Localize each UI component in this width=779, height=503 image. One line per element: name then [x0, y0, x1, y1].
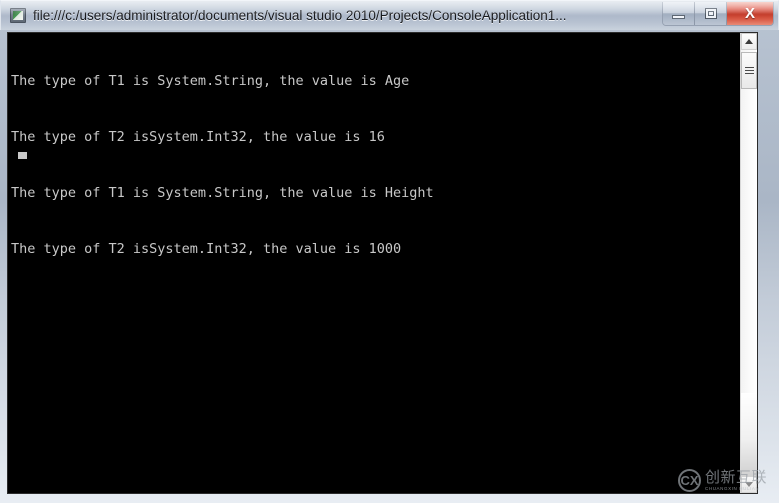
- console-scrollbar[interactable]: [740, 33, 757, 493]
- window-controls: X: [662, 2, 774, 26]
- scrollbar-grip-icon: [744, 67, 754, 74]
- scroll-down-button[interactable]: [741, 476, 757, 493]
- close-icon: X: [744, 5, 755, 22]
- scrollbar-track[interactable]: [741, 393, 757, 477]
- console-app-icon-screen: [13, 11, 23, 20]
- title-bar[interactable]: file:///c:/users/administrator/documents…: [0, 0, 779, 30]
- console-line: The type of T1 is System.String, the val…: [11, 73, 410, 90]
- minimize-icon: [672, 15, 685, 19]
- console-window: file:///c:/users/administrator/documents…: [0, 0, 779, 503]
- window-title: file:///c:/users/administrator/documents…: [33, 8, 567, 23]
- console-cursor: [18, 152, 27, 159]
- scroll-up-button[interactable]: [741, 33, 757, 50]
- chevron-down-icon: [745, 482, 753, 487]
- minimize-button[interactable]: [663, 2, 695, 25]
- console-client-area[interactable]: The type of T1 is System.String, the val…: [7, 32, 758, 494]
- console-line: The type of T2 isSystem.Int32, the value…: [11, 128, 385, 145]
- console-line: The type of T1 is System.String, the val…: [11, 184, 434, 201]
- console-line: The type of T2 isSystem.Int32, the value…: [11, 240, 402, 257]
- maximize-button[interactable]: [695, 2, 727, 25]
- close-button[interactable]: X: [727, 2, 773, 25]
- chevron-up-icon: [745, 39, 753, 44]
- console-output-text: The type of T1 is System.String, the val…: [11, 35, 737, 493]
- scrollbar-thumb[interactable]: [741, 52, 757, 89]
- console-app-icon: [10, 8, 26, 23]
- maximize-icon: [704, 8, 717, 19]
